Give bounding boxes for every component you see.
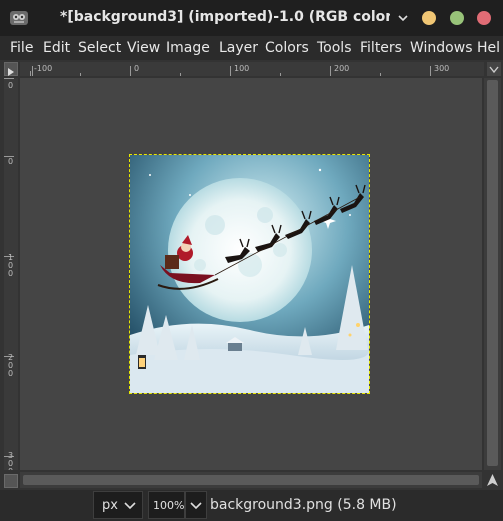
ruler-label: 0 (8, 157, 14, 166)
menu-filters[interactable]: Filters (360, 40, 402, 56)
menu-select[interactable]: Select (78, 40, 121, 56)
window-title: *[background3] (imported)-1.0 (RGB color… (60, 9, 390, 25)
ruler-label-200: 200 (8, 353, 14, 378)
menu-file[interactable]: File (10, 40, 33, 56)
ruler-label-100: 100 (8, 253, 14, 278)
vertical-ruler[interactable]: 0 0 100 200 300 (4, 78, 18, 470)
chevron-down-icon (190, 502, 202, 510)
chevron-down-icon[interactable] (398, 13, 408, 23)
image-artwork (130, 155, 369, 393)
ruler-label: 200 (334, 64, 350, 73)
zoom-value: 100% (153, 499, 185, 512)
ruler-label: 0 (134, 64, 140, 73)
expand-icon (489, 66, 499, 74)
horizontal-ruler[interactable]: -100 0 100 200 300 (20, 62, 484, 76)
ruler-label: 0 (8, 81, 14, 90)
horizontal-scrollbar[interactable] (20, 472, 482, 488)
ruler-label-300: 300 (8, 451, 14, 471)
vertical-scrollbar-thumb[interactable] (487, 80, 498, 466)
close-button[interactable] (477, 11, 491, 25)
ruler-label: 300 (434, 64, 450, 73)
unit-select[interactable]: px (93, 491, 143, 519)
menu-tools[interactable]: Tools (317, 40, 352, 56)
santa-sleigh-moon-image[interactable] (130, 155, 369, 393)
navigate-button[interactable] (487, 62, 501, 76)
title-bar[interactable]: *[background3] (imported)-1.0 (RGB color… (0, 0, 503, 36)
menu-windows[interactable]: Windows (410, 40, 473, 56)
ruler-label: -100 (34, 64, 53, 73)
status-file-info: background3.png (5.8 MB) (210, 497, 397, 513)
unit-label: px (102, 498, 118, 513)
zoom-input[interactable]: 100% (148, 491, 185, 519)
vertical-scrollbar[interactable] (484, 78, 501, 470)
horizontal-scrollbar-thumb[interactable] (23, 475, 479, 485)
menu-bar: File Edit Select View Image Layer Colors… (0, 36, 503, 60)
chevron-down-icon (124, 502, 136, 510)
menu-layer[interactable]: Layer (219, 40, 258, 56)
navigate-icon[interactable] (484, 472, 501, 490)
zoom-dropdown-button[interactable] (185, 491, 207, 519)
minimize-button[interactable] (422, 11, 436, 25)
pointer-menu-button[interactable] (4, 62, 18, 76)
ruler-label: 100 (234, 64, 250, 73)
maximize-button[interactable] (450, 11, 464, 25)
menu-colors[interactable]: Colors (265, 40, 309, 56)
menu-help[interactable]: Hel (477, 40, 500, 56)
quick-mask-button[interactable] (4, 474, 18, 488)
gimp-icon (10, 11, 28, 25)
arrow-right-icon (8, 68, 14, 76)
menu-view[interactable]: View (127, 40, 160, 56)
menu-edit[interactable]: Edit (43, 40, 70, 56)
menu-image[interactable]: Image (166, 40, 210, 56)
